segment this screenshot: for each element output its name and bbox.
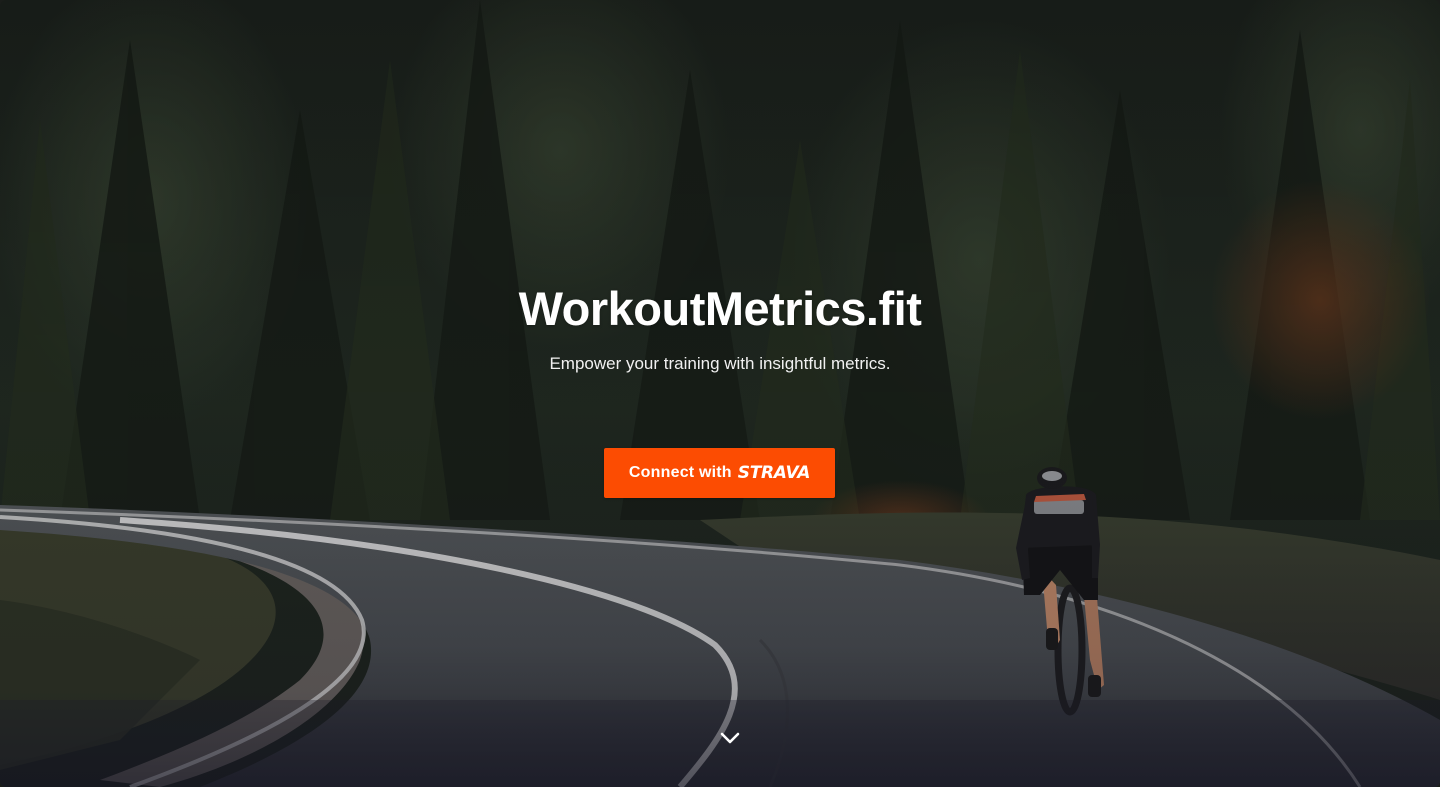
connect-with-label: Connect with [628,464,732,481]
hero-section: WorkoutMetrics.fit Empower your training… [0,0,1440,787]
connect-with-strava-button[interactable]: Connect with STRAVA [604,448,835,498]
hero-content: WorkoutMetrics.fit Empower your training… [0,0,1440,787]
site-tagline: Empower your training with insightful me… [549,354,891,373]
strava-logo: STRAVA [737,463,811,483]
chevron-down-icon[interactable] [718,727,742,749]
site-title: WorkoutMetrics.fit [518,282,922,335]
